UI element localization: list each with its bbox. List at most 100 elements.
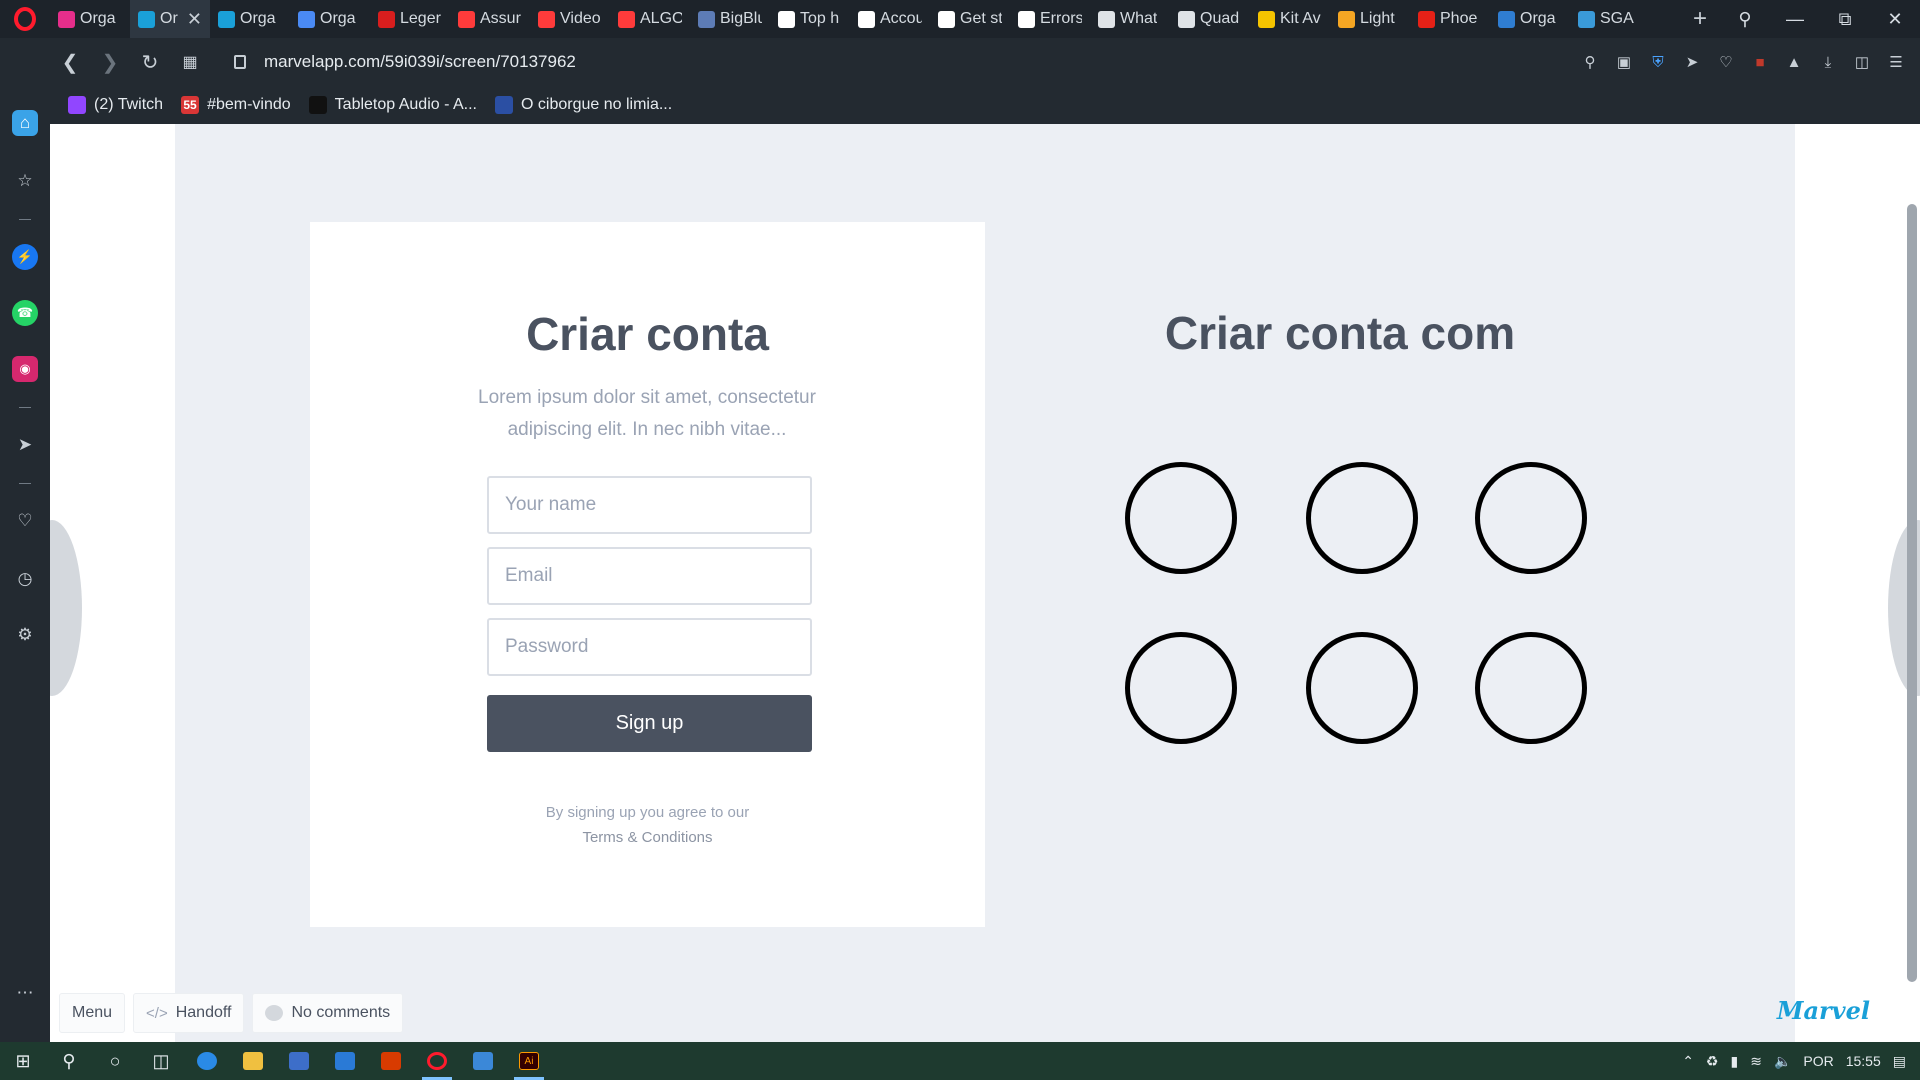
- new-tab-button[interactable]: +: [1680, 0, 1720, 38]
- shield-icon[interactable]: ⛨: [1648, 52, 1668, 72]
- task-view-icon[interactable]: ◫: [138, 1042, 184, 1080]
- send-icon[interactable]: ➤: [1682, 52, 1702, 72]
- volume-icon[interactable]: 🔈: [1774, 1053, 1791, 1070]
- social-login-circle[interactable]: [1306, 462, 1418, 574]
- browser-tab[interactable]: BigBlu: [690, 0, 770, 38]
- close-tab-icon[interactable]: ✕: [187, 9, 202, 30]
- reload-button[interactable]: ↻: [130, 42, 170, 82]
- send-icon[interactable]: ➤: [12, 432, 38, 458]
- social-login-circle[interactable]: [1125, 462, 1237, 574]
- signup-title: Criar conta: [526, 308, 769, 360]
- browser-tab[interactable]: Orga: [210, 0, 290, 38]
- notifications-icon[interactable]: ▤: [1893, 1053, 1906, 1070]
- mail-icon[interactable]: [322, 1042, 368, 1080]
- signup-button[interactable]: Sign up: [487, 695, 812, 752]
- messenger-icon[interactable]: ⚡: [12, 244, 38, 270]
- social-login-circle[interactable]: [1475, 632, 1587, 744]
- url-field[interactable]: marvelapp.com/59i039i/screen/70137962: [234, 52, 1580, 72]
- illustrator-icon[interactable]: Ai: [506, 1042, 552, 1080]
- browser-tab[interactable]: Video: [530, 0, 610, 38]
- browser-tab[interactable]: Orga: [1490, 0, 1570, 38]
- browser-tab[interactable]: SGA: [1570, 0, 1650, 38]
- close-window-button[interactable]: ✕: [1870, 0, 1920, 38]
- instagram-icon[interactable]: ◉: [12, 356, 38, 382]
- search-icon[interactable]: ⚲: [1580, 52, 1600, 72]
- opera-taskbar-icon[interactable]: [414, 1042, 460, 1080]
- clock[interactable]: 15:55: [1846, 1053, 1881, 1069]
- email-input[interactable]: [487, 547, 812, 605]
- windows-start-icon[interactable]: ⊞: [0, 1042, 46, 1080]
- marvel-logo[interactable]: Marvel: [1777, 996, 1870, 1025]
- forward-button[interactable]: ❯: [90, 42, 130, 82]
- name-input[interactable]: [487, 476, 812, 534]
- photos-icon[interactable]: [460, 1042, 506, 1080]
- whatsapp-icon[interactable]: ☎: [12, 300, 38, 326]
- settings-gear-icon[interactable]: ⚙: [12, 622, 38, 648]
- cursor-extension-icon[interactable]: ▲: [1784, 52, 1804, 72]
- browser-tab[interactable]: Phoe: [1410, 0, 1490, 38]
- browser-tab[interactable]: Assur: [450, 0, 530, 38]
- home-icon[interactable]: ⌂: [12, 110, 38, 136]
- scrollbar[interactable]: [1907, 204, 1917, 982]
- menu-button[interactable]: Menu: [59, 993, 126, 1033]
- bookmark-item[interactable]: (2) Twitch: [68, 96, 163, 114]
- social-login-circle[interactable]: [1125, 632, 1237, 744]
- comments-button[interactable]: No comments: [252, 993, 404, 1033]
- heart-icon[interactable]: ♡: [12, 508, 38, 534]
- cortana-icon[interactable]: ○: [92, 1042, 138, 1080]
- edge-icon[interactable]: [184, 1042, 230, 1080]
- bookmark-item[interactable]: O ciborgue no limia...: [495, 96, 672, 114]
- store-icon[interactable]: [276, 1042, 322, 1080]
- social-login-circle[interactable]: [1306, 632, 1418, 744]
- battery-saver-icon[interactable]: ◫: [1852, 52, 1872, 72]
- minimize-button[interactable]: —: [1770, 0, 1820, 38]
- battery-icon[interactable]: ▮: [1730, 1053, 1738, 1070]
- language-indicator[interactable]: POR: [1803, 1053, 1833, 1069]
- browser-tab[interactable]: What: [1090, 0, 1170, 38]
- left-edge-tab[interactable]: [50, 520, 82, 696]
- browser-tab[interactable]: Kit Av: [1250, 0, 1330, 38]
- browser-tab[interactable]: Light: [1330, 0, 1410, 38]
- browser-tab[interactable]: Or ✕: [130, 0, 210, 38]
- browser-tab[interactable]: ALGO: [610, 0, 690, 38]
- sync-icon[interactable]: ♻: [1706, 1053, 1719, 1070]
- browser-tab[interactable]: Orga: [50, 0, 130, 38]
- opera-logo[interactable]: [0, 0, 50, 38]
- wifi-icon[interactable]: ≋: [1750, 1053, 1762, 1070]
- bookmark-item[interactable]: 55 #bem-vindo: [181, 96, 291, 114]
- alternatives-title: Criar conta com: [1164, 307, 1516, 359]
- browser-tab[interactable]: Orga: [290, 0, 370, 38]
- camera-icon[interactable]: ▣: [1614, 52, 1634, 72]
- system-tray: ⌃ ♻ ▮ ≋ 🔈 POR 15:55 ▤: [1682, 1053, 1920, 1070]
- notion-icon: [1018, 10, 1035, 28]
- search-tabs-icon[interactable]: ⚲: [1720, 0, 1770, 38]
- history-clock-icon[interactable]: ◷: [12, 566, 38, 592]
- tab-title: SGA: [1600, 10, 1634, 27]
- browser-tab[interactable]: Leger: [370, 0, 450, 38]
- restore-button[interactable]: ⧉: [1820, 0, 1870, 38]
- back-button[interactable]: ❮: [50, 42, 90, 82]
- more-options-icon[interactable]: ⋯: [12, 980, 38, 1006]
- browser-tab[interactable]: Quad: [1170, 0, 1250, 38]
- password-input[interactable]: [487, 618, 812, 676]
- easy-setup-icon[interactable]: ☰: [1886, 52, 1906, 72]
- search-icon[interactable]: ⚲: [46, 1042, 92, 1080]
- url-text[interactable]: marvelapp.com/59i039i/screen/70137962: [264, 52, 576, 72]
- browser-tab[interactable]: Get st: [930, 0, 1010, 38]
- social-login-circle[interactable]: [1475, 462, 1587, 574]
- browser-tab[interactable]: Top h: [770, 0, 850, 38]
- browser-tab[interactable]: Accou: [850, 0, 930, 38]
- download-icon[interactable]: ⤓: [1818, 52, 1838, 72]
- browser-tab[interactable]: Errors: [1010, 0, 1090, 38]
- tabs-overview-button[interactable]: ▦: [170, 42, 210, 82]
- handoff-button[interactable]: </> Handoff: [133, 993, 245, 1033]
- terms-link[interactable]: Terms & Conditions: [310, 825, 985, 850]
- tab-title: Accou: [880, 10, 922, 27]
- office-icon[interactable]: [368, 1042, 414, 1080]
- bookmarks-star-icon[interactable]: ☆: [12, 168, 38, 194]
- bookmark-item[interactable]: Tabletop Audio - A...: [308, 96, 477, 114]
- file-explorer-icon[interactable]: [230, 1042, 276, 1080]
- extension-cube-icon[interactable]: ■: [1750, 52, 1770, 72]
- chevron-up-icon[interactable]: ⌃: [1682, 1053, 1694, 1070]
- heart-icon[interactable]: ♡: [1716, 52, 1736, 72]
